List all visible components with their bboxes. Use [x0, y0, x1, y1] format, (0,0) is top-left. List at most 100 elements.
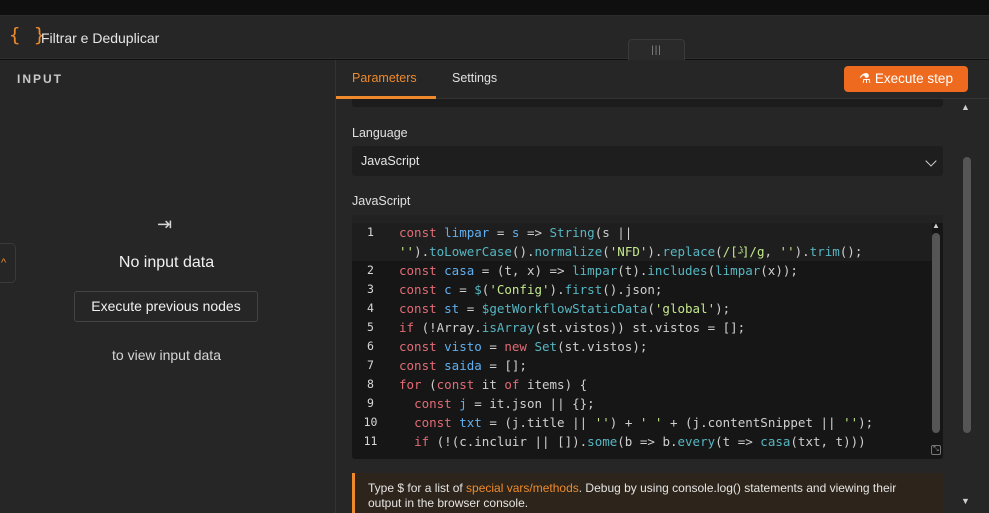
code-token: ().json;: [602, 282, 663, 297]
code-token: String: [549, 225, 595, 240]
line-number: 1: [367, 225, 374, 239]
code-token: (!(c.incluir: [436, 434, 535, 449]
code-token: (: [647, 301, 655, 316]
line-number: 11: [363, 434, 378, 448]
code-line[interactable]: 5 if (!Array.isArray(st.vistos)) st.visto…: [352, 318, 932, 337]
chevron-down-icon: [925, 155, 937, 167]
code-token: (!Array.: [421, 320, 482, 335]
code-line[interactable]: 11 if (!(c.incluir || []).some(b => b.ev…: [352, 432, 932, 451]
execute-previous-nodes-button[interactable]: Execute previous nodes: [74, 291, 258, 322]
code-editor[interactable]: 1 const limpar = s => String(s || '').toLo…: [352, 215, 943, 459]
code-line[interactable]: 6 const visto = new Set(st.vistos);: [352, 337, 932, 356]
code-token: it: [481, 377, 505, 392]
execute-step-button[interactable]: ⚗ Execute step: [844, 66, 968, 92]
code-token: 'global': [654, 301, 716, 316]
parameters-panel: Parameters Settings ⚗ Execute step ▲ ▼ L…: [336, 60, 989, 513]
code-line[interactable]: 10 const txt = (j.title || '') + ' ' + (…: [352, 413, 932, 432]
code-token: =: [451, 282, 475, 297]
code-token: st: [444, 301, 460, 316]
code-line[interactable]: 4 const st = $getWorkflowStaticData('glob…: [352, 299, 932, 318]
code-token: +: [662, 415, 686, 430]
panel-drag-handle[interactable]: |||: [628, 39, 685, 61]
code-token: '': [779, 244, 795, 259]
top-strip: [0, 0, 989, 16]
code-line[interactable]: 2 const casa = (t, x) => limpar(t).includ…: [352, 261, 932, 280]
code-token: (: [429, 377, 437, 392]
code-token: casa: [760, 434, 791, 449]
code-line[interactable]: 3 const c = $('Config').first().json;: [352, 280, 932, 299]
code-token: (st.vistos);: [557, 339, 648, 354]
code-token: =: [459, 301, 482, 316]
code-text: const txt = (j.title || '') + ' ' + (j.c…: [399, 413, 873, 432]
code-token: (x));: [760, 263, 798, 278]
code-line[interactable]: 7 const saida = [];: [352, 356, 932, 375]
code-token: const: [414, 415, 460, 430]
code-token: =>: [519, 225, 550, 240]
input-panel-title: INPUT: [17, 72, 63, 86]
line-number: 4: [367, 301, 374, 315]
input-helper-text: to view input data: [112, 347, 221, 363]
node-title[interactable]: Filtrar e Deduplicar: [41, 30, 159, 46]
code-token: ): [609, 415, 625, 430]
code-token: replace: [662, 244, 716, 259]
code-text: const st = $getWorkflowStaticData('globa…: [399, 299, 730, 318]
code-token: txt: [459, 415, 482, 430]
code-text: '').toLowerCase().normalize('NFD').repla…: [399, 242, 862, 261]
code-line[interactable]: 9 const j = it.json || {};: [352, 394, 932, 413]
code-token: ).: [414, 244, 430, 259]
code-token: b.: [662, 434, 678, 449]
code-token: =>: [639, 434, 663, 449]
code-line[interactable]: 1 const limpar = s => String(s ||: [352, 223, 932, 242]
code-token: const: [436, 377, 482, 392]
line-number: 10: [363, 415, 378, 429]
code-token: limpar: [444, 225, 490, 240]
editor-scroll-up-icon[interactable]: ▲: [932, 221, 940, 230]
language-select[interactable]: JavaScript: [352, 146, 943, 176]
code-token: every: [677, 434, 716, 449]
tab-parameters[interactable]: Parameters: [352, 71, 417, 85]
code-token: (st.vistos)) st.vistos: [534, 320, 708, 335]
code-token: =: [466, 396, 490, 411]
code-label: JavaScript: [352, 194, 411, 208]
code-token: const: [399, 301, 445, 316]
code-token: =>: [737, 434, 761, 449]
code-token: =: [481, 358, 505, 373]
code-token: includes: [647, 263, 708, 278]
code-token: '': [594, 415, 610, 430]
code-token: ||: [534, 434, 558, 449]
code-token: visto: [444, 339, 482, 354]
code-token: =: [481, 339, 505, 354]
flask-icon: ⚗: [859, 71, 872, 86]
code-line[interactable]: 8 for (const it of items) {: [352, 375, 932, 394]
special-vars-link[interactable]: special vars/methods: [466, 481, 579, 495]
code-token: new: [504, 339, 535, 354]
scroll-up-arrow-icon[interactable]: ▲: [961, 102, 970, 112]
code-token: it.json: [489, 396, 550, 411]
editor-top-bar: [352, 215, 943, 223]
code-token: (: [715, 244, 723, 259]
code-line[interactable]: '').toLowerCase().normalize('NFD').repla…: [352, 242, 932, 261]
code-text: const visto = new Set(st.vistos);: [399, 337, 647, 356]
code-token: 'Config': [489, 282, 550, 297]
code-token: /[̀-ͯ]/g: [722, 244, 765, 259]
execute-step-label: Execute step: [874, 71, 953, 86]
line-number: 6: [367, 339, 374, 353]
code-token: =: [489, 225, 512, 240]
code-token: ).: [549, 282, 565, 297]
code-token: for: [399, 377, 430, 392]
code-token: j: [459, 396, 467, 411]
code-token: of: [504, 377, 527, 392]
scroll-down-arrow-icon[interactable]: ▼: [961, 496, 970, 506]
code-token: Set: [534, 339, 558, 354]
tab-settings[interactable]: Settings: [452, 71, 497, 85]
code-token: [];: [504, 358, 527, 373]
editor-scrollbar[interactable]: [932, 233, 940, 433]
code-token: ||: [820, 415, 844, 430]
code-token: );: [858, 415, 874, 430]
panel-scrollbar[interactable]: [963, 157, 971, 433]
resize-editor-icon[interactable]: ⤡: [931, 445, 941, 455]
code-token: (: [602, 244, 610, 259]
code-token: (t, x): [496, 263, 550, 278]
